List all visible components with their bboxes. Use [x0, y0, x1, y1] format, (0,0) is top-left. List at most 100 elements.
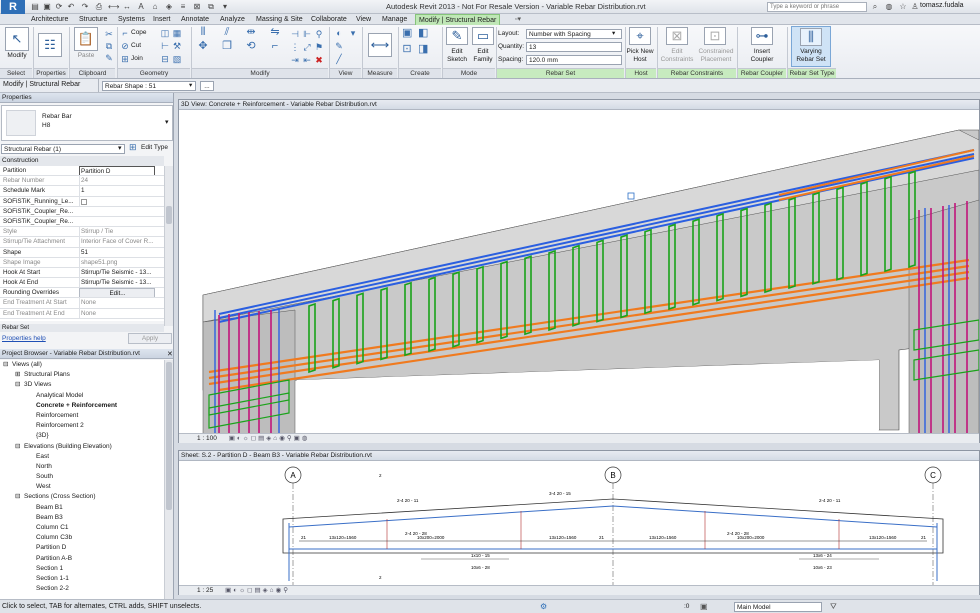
- browser-node[interactable]: Reinforcement: [0, 411, 164, 421]
- copy-icon[interactable]: ⧉: [104, 41, 114, 51]
- property-row[interactable]: Shape 51: [0, 247, 164, 258]
- browser-node[interactable]: ⊟ Views (all): [0, 360, 164, 370]
- section-icon[interactable]: ◈: [164, 2, 174, 12]
- tab-structure[interactable]: Structure: [76, 14, 110, 25]
- varying-rebar-set-icon[interactable]: ⫼: [800, 28, 822, 46]
- spacing-field[interactable]: 120.0 mm: [526, 55, 622, 65]
- cope-label[interactable]: Cope: [131, 28, 147, 38]
- property-row[interactable]: Shape Image shape51.png: [0, 257, 164, 268]
- hide-icon[interactable]: ◐: [334, 28, 344, 38]
- pick-new-host-label-1[interactable]: Pick New: [624, 48, 656, 55]
- property-row[interactable]: Rounding Overrides Edit...: [0, 288, 164, 299]
- property-row[interactable]: End Treatment At End None: [0, 308, 164, 319]
- edit-family-label-1[interactable]: Edit: [468, 48, 498, 55]
- paste-label[interactable]: Paste: [72, 52, 100, 59]
- property-row[interactable]: Style Stirrup / Tie: [0, 227, 164, 238]
- browser-node[interactable]: West: [0, 482, 164, 492]
- property-value[interactable]: [79, 196, 155, 206]
- browser-node[interactable]: Partition D: [0, 543, 164, 553]
- 3d-view-control-bar[interactable]: 1 : 100 ▣◐☼◻▤◈⌂◉⚲▣◍: [179, 433, 979, 443]
- pick-new-host-icon[interactable]: ⌖: [629, 27, 651, 45]
- tab-collaborate[interactable]: Collaborate: [308, 14, 350, 25]
- constrained-placement-icon[interactable]: ⊡: [704, 27, 726, 45]
- wall-joins-icon[interactable]: ⊢: [160, 41, 170, 51]
- checkbox[interactable]: [81, 198, 87, 205]
- property-row[interactable]: Hook At End Stirrup/Tie Seismic - 13...: [0, 278, 164, 289]
- pick-new-host-label-2[interactable]: Host: [624, 56, 656, 63]
- join-icon[interactable]: ⊞: [120, 54, 130, 64]
- thin-lines-icon[interactable]: ≡: [178, 2, 188, 12]
- insert-coupler-label-1[interactable]: Insert: [740, 48, 784, 55]
- 3d-view-icon[interactable]: ⌂: [150, 2, 160, 12]
- view-dropdown-icon[interactable]: ▾: [348, 28, 358, 38]
- property-group-construction[interactable]: Construction: [0, 156, 164, 166]
- browser-node[interactable]: {3D}: [0, 431, 164, 441]
- panel-select[interactable]: Select: [0, 68, 32, 78]
- beam-section-drawing[interactable]: A B C 2 2-4 20 - 11 3-4 20 - 15 2-4 20 -…: [179, 461, 979, 585]
- user-icon[interactable]: ♙: [910, 2, 920, 12]
- close-icon[interactable]: ✕: [167, 350, 173, 358]
- browser-node[interactable]: Beam B3: [0, 513, 164, 523]
- constrained-placement-label-1[interactable]: Constrained: [696, 48, 736, 55]
- cope-icon[interactable]: ⌐: [120, 28, 130, 38]
- paste-icon[interactable]: 📋: [74, 27, 98, 51]
- browser-node[interactable]: Column C1: [0, 523, 164, 533]
- layout-chevron-down-icon[interactable]: ▾: [612, 29, 615, 39]
- create-group-icon[interactable]: ⊡: [402, 44, 412, 55]
- tab-analyze[interactable]: Analyze: [217, 14, 248, 25]
- mirror-axis-icon[interactable]: ⇹: [246, 27, 256, 38]
- save-icon[interactable]: ▣: [42, 2, 52, 12]
- subscription-icon[interactable]: ◍: [884, 2, 894, 12]
- measure-tool-icon[interactable]: ⟷: [368, 33, 392, 57]
- editable-only-icon[interactable]: ▣: [700, 602, 708, 611]
- browser-node[interactable]: South: [0, 472, 164, 482]
- browser-node[interactable]: Section 1-1: [0, 574, 164, 584]
- expand-toggle-icon[interactable]: ⊟: [15, 380, 24, 390]
- browser-node[interactable]: ⊞ Structural Plans: [0, 370, 164, 380]
- undo-icon[interactable]: ↶: [66, 2, 76, 12]
- browser-node[interactable]: Section 2-2: [0, 584, 164, 594]
- print-icon[interactable]: ⎙: [94, 2, 104, 12]
- browser-node[interactable]: ⊟ 3D Views: [0, 380, 164, 390]
- linework-icon[interactable]: ╱: [334, 54, 344, 64]
- demolish-icon[interactable]: ⚒: [172, 41, 182, 51]
- pin-icon[interactable]: ⚲: [314, 29, 324, 39]
- constrained-placement-label-2[interactable]: Placement: [696, 56, 736, 63]
- override-icon[interactable]: ✎: [334, 41, 344, 51]
- browser-node[interactable]: ⊟ Elevations (Building Elevation): [0, 442, 164, 452]
- 3d-view-title[interactable]: 3D View: Concrete + Reinforcement - Vari…: [179, 100, 979, 110]
- property-value[interactable]: Stirrup/Tie Seismic - 13...: [79, 267, 155, 278]
- match-type-icon[interactable]: ✎: [104, 53, 114, 63]
- create-assembly-icon[interactable]: ▣: [402, 28, 412, 39]
- customize-icon[interactable]: ▾: [220, 2, 230, 12]
- property-row[interactable]: Schedule Mark 1: [0, 186, 164, 197]
- more-options-button[interactable]: ...: [200, 81, 214, 91]
- split-face-icon[interactable]: ◫: [160, 28, 170, 38]
- rotate-icon[interactable]: ⟲: [246, 41, 256, 52]
- insert-coupler-label-2[interactable]: Coupler: [740, 56, 784, 63]
- tab-architecture[interactable]: Architecture: [28, 14, 71, 25]
- browser-node[interactable]: Section 1: [0, 564, 164, 574]
- instance-filter-select[interactable]: Structural Rebar (1): [1, 144, 125, 154]
- paint-icon[interactable]: ▦: [172, 28, 182, 38]
- browser-node[interactable]: North: [0, 462, 164, 472]
- property-row[interactable]: SOFiSTiK_Coupler_Re...: [0, 207, 164, 217]
- measure-icon[interactable]: ⟷: [108, 2, 119, 12]
- browser-node[interactable]: Analytical Model: [0, 391, 164, 401]
- modify-cursor-icon[interactable]: ↖: [5, 27, 29, 51]
- properties-scrollbar[interactable]: [164, 166, 173, 326]
- view-control-icons[interactable]: ▣◐☼◻▤◈⌂◉⚲▣◍: [229, 435, 310, 442]
- sync-icon[interactable]: ⟳: [54, 2, 64, 12]
- close-views-icon[interactable]: ⊠: [192, 2, 202, 12]
- cut-label[interactable]: Cut: [131, 41, 141, 51]
- varying-rebar-set-label-2[interactable]: Rebar Set: [791, 56, 831, 63]
- edit-sketch-icon[interactable]: ✎: [446, 27, 468, 45]
- browser-scrollbar[interactable]: [164, 360, 173, 599]
- apply-button[interactable]: Apply: [128, 333, 172, 344]
- browser-node[interactable]: Partition A-B: [0, 554, 164, 564]
- user-name[interactable]: tomasz.fudala: [920, 2, 964, 9]
- unjoin-icon[interactable]: ⊟: [160, 54, 170, 64]
- tab-modify-structural-rebar[interactable]: Modify | Structural Rebar: [415, 14, 501, 25]
- property-row[interactable]: End Treatment At Start None: [0, 298, 164, 309]
- array-icon[interactable]: ⋮: [290, 42, 300, 52]
